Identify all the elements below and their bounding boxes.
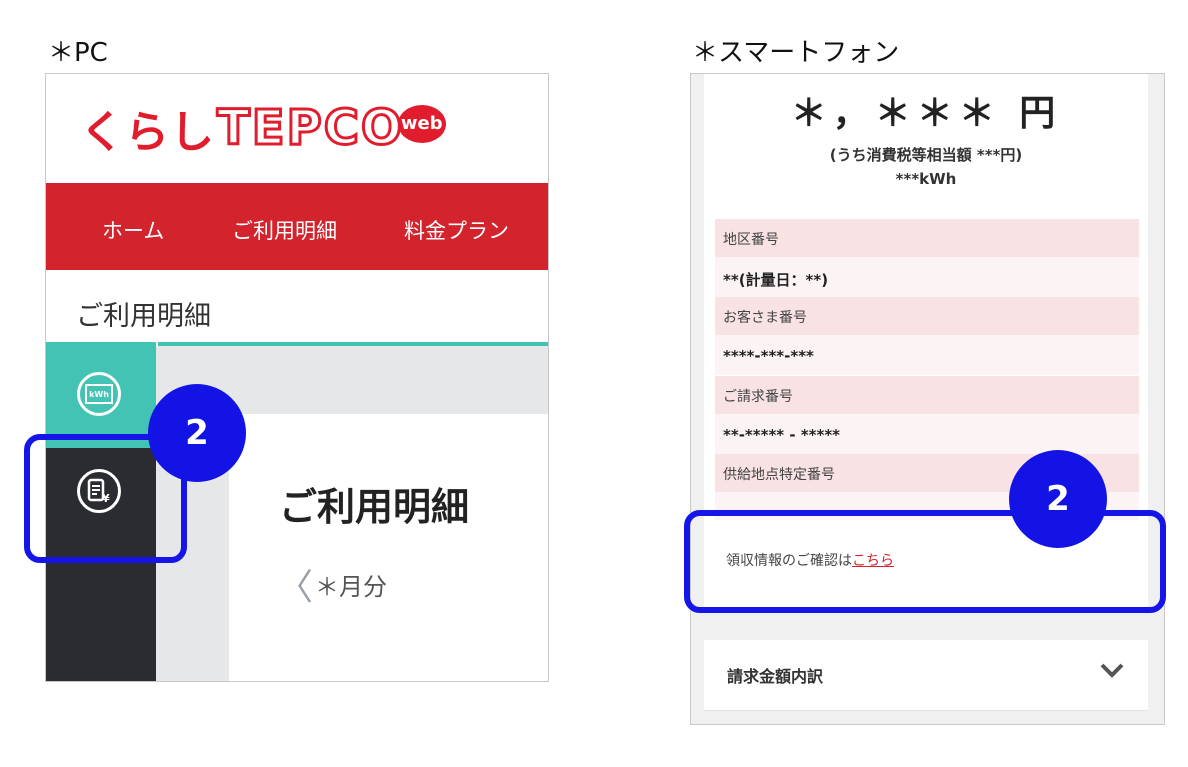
pc-caption: ＊PC <box>48 38 108 68</box>
month-label: ＊月分 <box>315 573 388 601</box>
chevron-down-icon <box>1098 660 1126 684</box>
smartphone-step-badge: 2 <box>1009 450 1107 548</box>
billing-number-value: **-***** - ***** <box>715 414 1139 454</box>
customer-number-label: お客さま番号 <box>715 297 1139 335</box>
logo-brand: TEPCO <box>216 99 404 158</box>
nav-usage-details[interactable]: ご利用明細 <box>232 215 337 245</box>
logo-web-badge: web <box>397 105 446 143</box>
nav-rate-plan[interactable]: 料金プラン <box>404 215 509 245</box>
page-subtitle: ご利用明細 <box>76 301 211 332</box>
smartphone-screen: ＊，＊＊＊ 円 (うち消費税等相当額 ***円) ***kWh 地区番号 **(… <box>690 73 1165 725</box>
chevron-left-icon[interactable]: 〈 <box>277 567 313 608</box>
kwh-meter-icon: kWh <box>77 372 121 416</box>
month-selector[interactable]: 〈＊月分 <box>277 558 387 610</box>
kwh-icon-label: kWh <box>85 384 113 404</box>
area-number-value: **(計量日：**) <box>715 257 1139 297</box>
area-number-label: 地区番号 <box>715 219 1139 257</box>
global-nav: ホーム ご利用明細 料金プラン <box>46 183 548 270</box>
bill-amount: ＊，＊＊＊ 円 <box>790 93 1062 134</box>
pc-step-badge: 2 <box>148 384 246 482</box>
logo[interactable]: くらし TEPCO web <box>80 98 446 158</box>
smartphone-caption: ＊スマートフォン <box>692 38 900 68</box>
tax-note: (うち消費税等相当額 ***円) <box>829 146 1023 164</box>
logo-kana: くらし <box>80 107 215 158</box>
nav-home[interactable]: ホーム <box>102 215 164 245</box>
billing-number-label: ご請求番号 <box>715 376 1139 414</box>
detail-card: ご利用明細 〈＊月分 <box>229 414 548 681</box>
side-item-usage[interactable]: kWh <box>46 342 156 448</box>
billing-breakdown-accordion[interactable]: 請求金額内訳 <box>704 640 1148 711</box>
billing-breakdown-label: 請求金額内訳 <box>727 667 824 686</box>
page-title: ご利用明細 <box>279 485 470 529</box>
pc-screen: くらし TEPCO web ホーム ご利用明細 料金プラン ご利用明細 kWh … <box>45 73 549 682</box>
customer-number-value: ****-***-*** <box>715 335 1139 375</box>
usage-kwh: ***kWh <box>895 170 957 188</box>
